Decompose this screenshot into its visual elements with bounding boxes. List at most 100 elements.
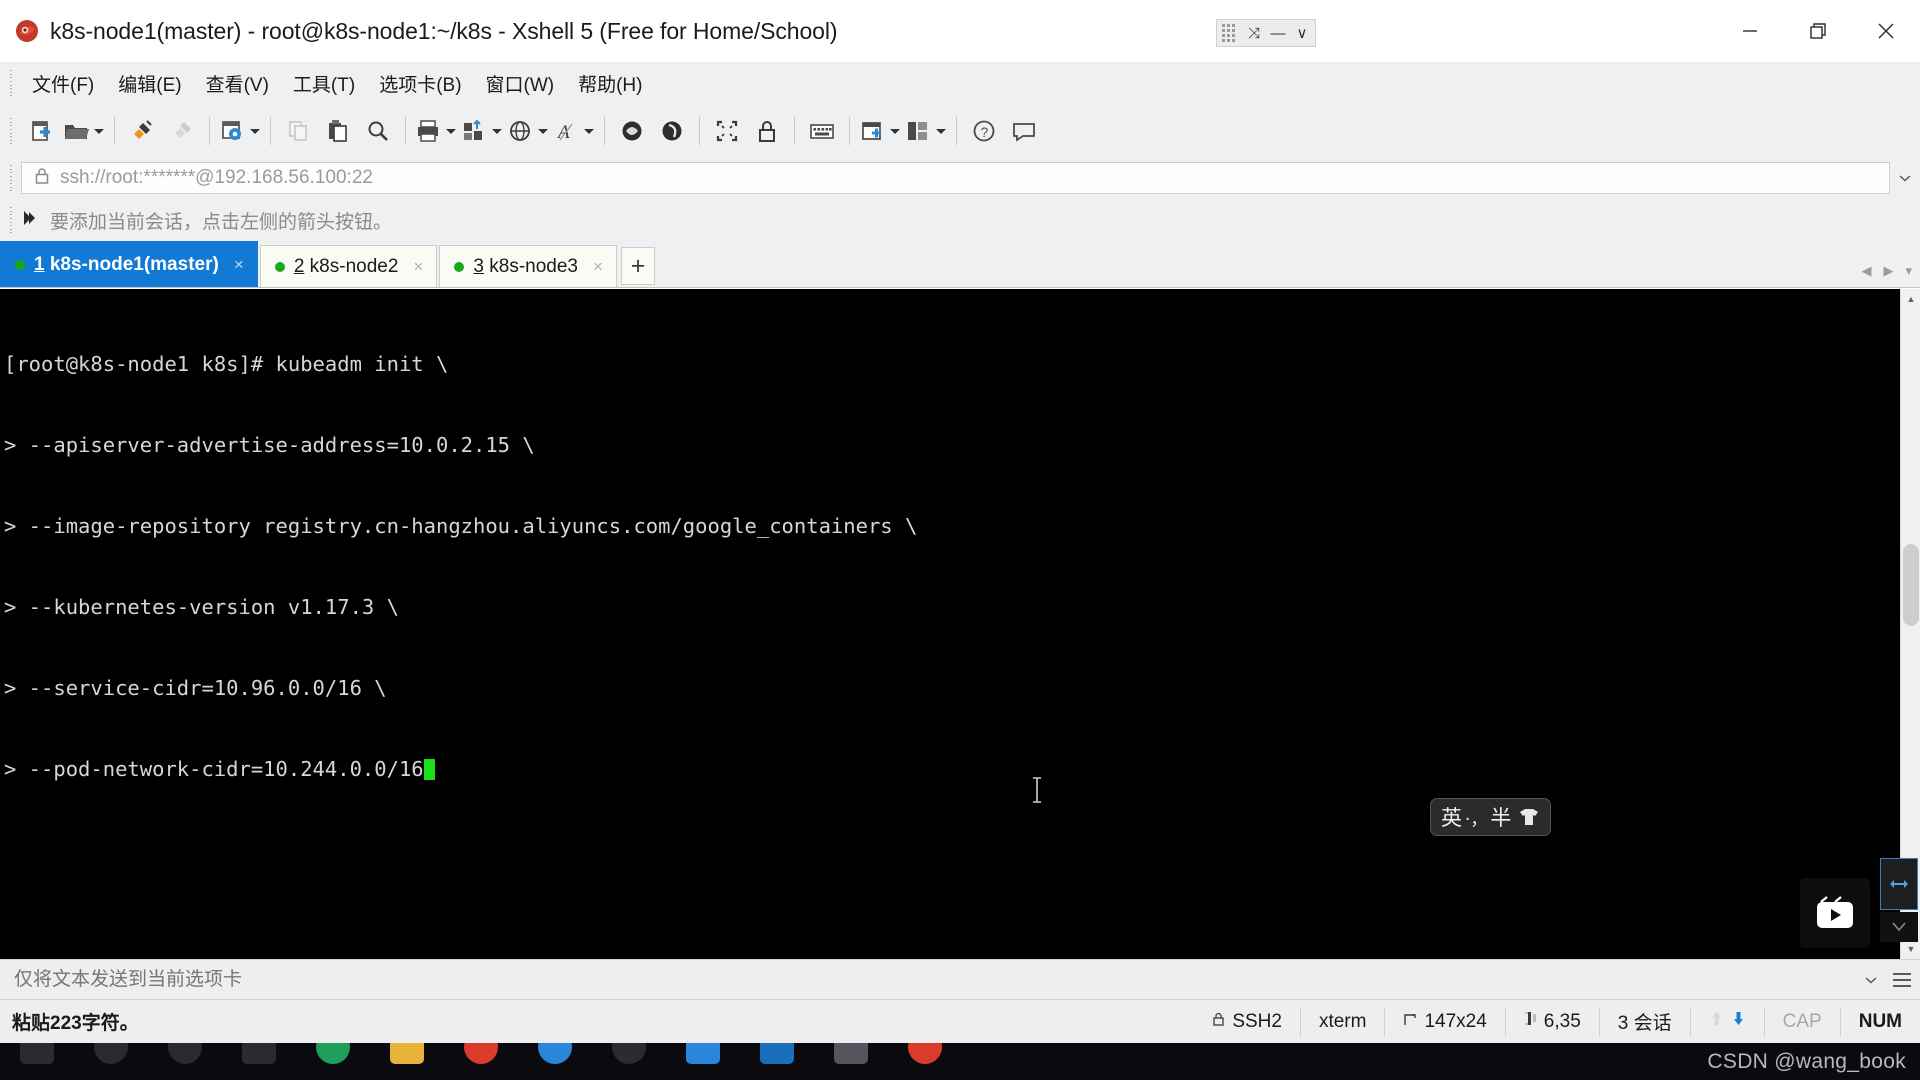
add-session-arrow-icon[interactable] — [21, 208, 41, 233]
close-button[interactable] — [1852, 0, 1920, 62]
minimize-button[interactable] — [1716, 0, 1784, 62]
scroll-up-icon[interactable]: ▲ — [1901, 289, 1920, 309]
terminal-line: > --image-repository registry.cn-hangzho… — [4, 514, 918, 538]
send-dropdown-button[interactable] — [1858, 976, 1884, 984]
side-dock-tool[interactable] — [1880, 858, 1918, 910]
transfer-button[interactable] — [460, 111, 504, 151]
mini-minimize-button[interactable]: — — [1266, 20, 1290, 46]
side-dock-collapse[interactable] — [1880, 912, 1918, 942]
menu-tabs[interactable]: 选项卡(B) — [368, 66, 472, 101]
menu-grip[interactable] — [7, 70, 15, 96]
browser-button[interactable] — [506, 111, 550, 151]
find-button[interactable] — [359, 111, 397, 151]
chevron-down-icon[interactable] — [538, 128, 548, 134]
new-session-button[interactable] — [22, 111, 60, 151]
fullscreen-button[interactable] — [708, 111, 746, 151]
scrollbar-thumb[interactable] — [1903, 544, 1919, 626]
lock-button[interactable] — [748, 111, 786, 151]
tab-scroll-left-icon[interactable]: ◀ — [1861, 263, 1871, 279]
menu-view[interactable]: 查看(V) — [195, 66, 280, 101]
mini-collapse-button[interactable]: ⤨ — [1242, 20, 1266, 46]
chevron-down-icon[interactable] — [584, 128, 594, 134]
taskbar-start-icon[interactable] — [0, 1043, 74, 1077]
taskbar-app-icon[interactable] — [888, 1043, 962, 1077]
taskbar-app-icon[interactable] — [592, 1043, 666, 1077]
status-bar: 粘贴223字符。 SSH2 xterm 147x24 6,35 3 会话 CAP… — [0, 999, 1920, 1043]
tab-k8s-node3[interactable]: 3 k8s-node3 × — [439, 245, 617, 287]
taskbar-explorer-icon[interactable] — [370, 1043, 444, 1077]
tab-close-icon[interactable]: × — [590, 257, 606, 277]
menu-window[interactable]: 窗口(W) — [475, 66, 566, 101]
chevron-down-icon[interactable] — [890, 128, 900, 134]
taskbar-app-icon[interactable] — [296, 1043, 370, 1077]
mini-toolbar[interactable]: ⤨ — ∨ — [1216, 19, 1316, 47]
hamburger-icon[interactable] — [1884, 972, 1920, 987]
resize-icon — [1403, 1011, 1417, 1033]
ime-indicator[interactable]: 英 ·， 半 — [1430, 798, 1552, 836]
paste-button[interactable] — [319, 111, 357, 151]
terminal-screen[interactable]: [root@k8s-node1 k8s]# kubeadm init \ > -… — [0, 289, 1920, 959]
layout-button[interactable] — [904, 111, 948, 151]
restore-button[interactable] — [1784, 0, 1852, 62]
menu-help[interactable]: 帮助(H) — [567, 66, 653, 101]
address-input[interactable]: ssh://root:*******@192.168.56.100:22 — [21, 162, 1890, 194]
keyboard-button[interactable] — [803, 111, 841, 151]
protocol-label: SSH2 — [1232, 1010, 1282, 1032]
floating-video-widget[interactable] — [1800, 878, 1870, 948]
address-dropdown-button[interactable] — [1890, 159, 1920, 197]
ime-punctuation[interactable]: ·， — [1465, 805, 1487, 830]
menu-tools[interactable]: 工具(T) — [282, 66, 366, 101]
copy-button[interactable] — [279, 111, 317, 151]
watermark: CSDN @wang_book — [1707, 1050, 1906, 1073]
tab-scroll-right-icon[interactable]: ▶ — [1883, 263, 1893, 279]
tab-k8s-node2[interactable]: 2 k8s-node2 × — [259, 245, 438, 287]
toolbar-separator — [794, 117, 795, 145]
chat-button[interactable] — [1005, 111, 1043, 151]
terminal-output: [root@k8s-node1 k8s]# kubeadm init \ > -… — [0, 289, 1920, 837]
chevron-down-icon[interactable] — [936, 128, 946, 134]
ime-mode[interactable]: 英 — [1441, 802, 1462, 832]
send-text-input[interactable] — [0, 968, 1858, 991]
chevron-down-icon[interactable] — [94, 128, 104, 134]
hint-grip[interactable] — [7, 207, 15, 233]
toolbar-separator — [699, 117, 700, 145]
mini-dropdown-button[interactable]: ∨ — [1290, 20, 1314, 46]
menu-file[interactable]: 文件(F) — [21, 66, 105, 101]
reconnect-button[interactable] — [163, 111, 201, 151]
menu-edit[interactable]: 编辑(E) — [107, 66, 192, 101]
chevron-down-icon[interactable] — [446, 128, 456, 134]
open-session-button[interactable] — [62, 111, 106, 151]
tab-close-icon[interactable]: × — [231, 255, 247, 275]
help-button[interactable]: ? — [965, 111, 1003, 151]
session-properties-button[interactable] — [218, 111, 262, 151]
address-grip[interactable] — [7, 165, 15, 191]
tab-k8s-node1[interactable]: 1 k8s-node1(master) × — [0, 241, 258, 287]
taskbar-cortana-icon[interactable] — [148, 1043, 222, 1077]
taskbar-app-icon[interactable] — [444, 1043, 518, 1077]
toolbar-grip[interactable] — [7, 118, 15, 144]
disconnect-button[interactable] — [123, 111, 161, 151]
status-emulation: xterm — [1299, 1007, 1385, 1036]
taskbar-app-icon[interactable] — [740, 1043, 814, 1077]
xftp-button[interactable] — [613, 111, 651, 151]
shirt-icon[interactable] — [1518, 807, 1540, 827]
download-arrow-icon — [1731, 1010, 1746, 1033]
terminal-line-text: > --pod-network-cidr=10.244.0.0/16 — [4, 757, 424, 781]
font-button[interactable]: A — [552, 111, 596, 151]
ime-width-mode[interactable]: 半 — [1490, 802, 1511, 832]
taskbar-app-icon[interactable] — [814, 1043, 888, 1077]
new-tab-button[interactable] — [858, 111, 902, 151]
taskbar-app-icon[interactable] — [518, 1043, 592, 1077]
chevron-down-icon[interactable] — [492, 128, 502, 134]
tab-list-icon[interactable]: ▾ — [1905, 263, 1912, 279]
scroll-down-icon[interactable]: ▼ — [1901, 939, 1920, 959]
tab-close-icon[interactable]: × — [410, 257, 426, 277]
print-button[interactable] — [414, 111, 458, 151]
chevron-down-icon[interactable] — [250, 128, 260, 134]
taskbar-search-icon[interactable] — [74, 1043, 148, 1077]
taskbar-app-icon[interactable] — [666, 1043, 740, 1077]
new-tab-plus-button[interactable]: + — [621, 247, 655, 285]
terminal-line-with-cursor: > --pod-network-cidr=10.244.0.0/16 — [4, 756, 1920, 783]
taskbar-taskview-icon[interactable] — [222, 1043, 296, 1077]
xshell-script-button[interactable] — [653, 111, 691, 151]
